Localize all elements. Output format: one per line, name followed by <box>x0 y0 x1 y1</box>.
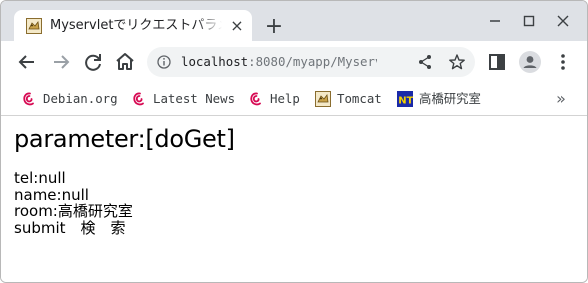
maximize-icon <box>523 15 535 27</box>
more-bookmarks-button[interactable]: » <box>553 89 569 109</box>
url-text: localhost:8080/myapp/Myservlet… <box>181 54 377 69</box>
minimize-button[interactable] <box>483 9 507 33</box>
close-icon <box>557 15 569 27</box>
svg-text:NT: NT <box>398 96 413 107</box>
debian-swirl-icon <box>250 92 261 106</box>
sidebar-icon[interactable] <box>485 50 509 74</box>
bookmark-label: Debian.org <box>43 91 118 106</box>
param-name: name:null <box>14 185 89 204</box>
tomcat-icon <box>315 91 331 107</box>
bookmark-label: Tomcat <box>337 91 382 106</box>
page-content: parameter:[doGet] tel:null name:null roo… <box>1 116 587 282</box>
address-bar[interactable]: localhost:8080/myapp/Myservlet… <box>147 47 475 77</box>
page-heading: parameter:[doGet] <box>14 125 235 153</box>
maximize-button[interactable] <box>517 9 541 33</box>
back-icon[interactable] <box>15 50 39 74</box>
param-submit: submit 検 索 <box>14 218 126 237</box>
share-icon[interactable] <box>417 54 433 70</box>
profile-icon[interactable] <box>518 50 542 74</box>
minimize-icon <box>490 20 500 22</box>
close-window-button[interactable] <box>551 9 575 33</box>
info-icon[interactable] <box>157 55 171 69</box>
tomcat-favicon-icon <box>26 18 42 34</box>
star-icon[interactable] <box>448 53 466 71</box>
active-tab[interactable]: Myservletでリクエストパラメ × <box>14 10 252 41</box>
bookmark-label: 高橋研究室 <box>419 91 481 106</box>
home-icon[interactable] <box>113 50 137 74</box>
tab-strip: Myservletでリクエストパラメ × + <box>1 1 587 41</box>
tab-title: Myservletでリクエストパラメ <box>50 18 222 34</box>
bookmarks-bar: Debian.org Latest News Help Tomcat NT 高橋… <box>1 83 587 116</box>
bookmark-label: Latest News <box>153 91 236 106</box>
menu-icon[interactable] <box>551 50 575 74</box>
nt-logo-icon: NT <box>397 91 413 107</box>
bookmark-label: Help <box>270 91 300 106</box>
param-room: room:高橋研究室 <box>14 202 133 220</box>
debian-swirl-icon <box>23 92 34 106</box>
reload-icon[interactable] <box>81 50 105 74</box>
parameter-list: tel:null name:null room:高橋研究室 submit 検 索 <box>14 170 133 236</box>
toolbar: localhost:8080/myapp/Myservlet… <box>1 41 587 83</box>
browser-window: Myservletでリクエストパラメ × + localhost:8080/my… <box>0 0 588 283</box>
new-tab-button[interactable]: + <box>263 16 285 38</box>
tab-close-icon[interactable]: × <box>228 17 246 35</box>
param-tel: tel:null <box>14 169 66 187</box>
forward-icon[interactable] <box>49 50 73 74</box>
debian-swirl-icon <box>133 92 144 106</box>
